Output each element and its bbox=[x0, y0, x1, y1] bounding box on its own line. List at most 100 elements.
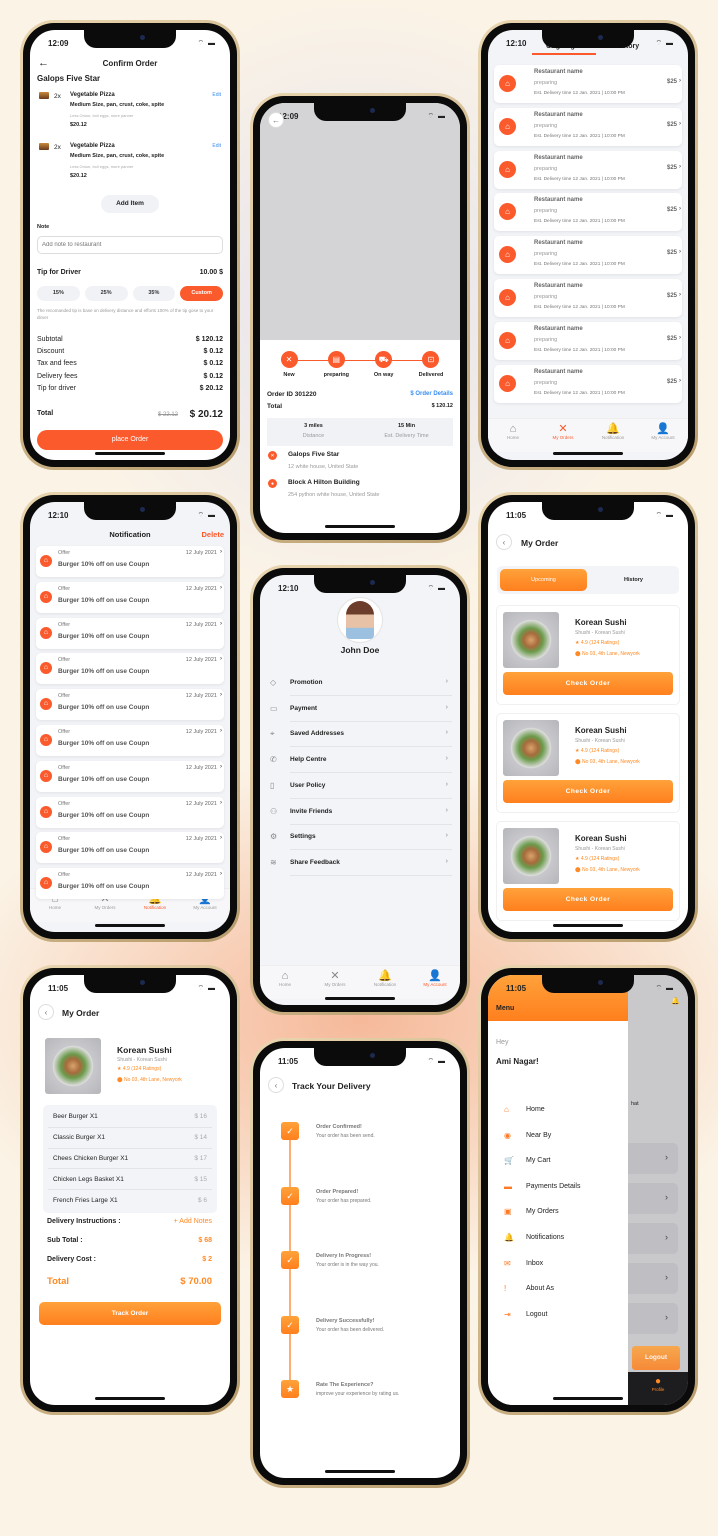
notification-item[interactable]: ⌂ Offer Burger 10% off on use Coupn 12 July… bbox=[36, 581, 224, 613]
offer-icon: ⌂ bbox=[40, 877, 52, 890]
order-card[interactable]: ⌂ Restaurant name preparing Est. Delivery t… bbox=[494, 364, 682, 403]
nav-my-orders[interactable]: ✕My Orders bbox=[310, 966, 360, 999]
drawer-item-payments-details[interactable]: ▬ Payments Details bbox=[488, 1180, 628, 1200]
item-quantity: 2x bbox=[54, 93, 61, 100]
phone-order-tracking: 12:09 ⌔ ▬ ← ✕ New ▤ preparing ⛟ On way ⊡ Deliver… bbox=[250, 93, 470, 543]
check-order-button[interactable]: Check Order bbox=[503, 780, 673, 803]
drawer-item-home[interactable]: ⌂ Home bbox=[488, 1103, 628, 1123]
notification-item[interactable]: ⌂ Offer Burger 10% off on use Coupn 12 July… bbox=[36, 689, 224, 721]
order-card[interactable]: ⌂ Restaurant name preparing Est. Delivery t… bbox=[494, 236, 682, 275]
tab-history[interactable]: History bbox=[590, 569, 677, 591]
order-card[interactable]: ⌂ Restaurant name preparing Est. Delivery t… bbox=[494, 321, 682, 360]
order-item-row: Classic Burger X1 $ 14 bbox=[48, 1128, 212, 1149]
add-notes-button[interactable]: + Add Notes bbox=[174, 1218, 212, 1225]
nav-home[interactable]: ⌂Home bbox=[488, 419, 538, 452]
notification-item[interactable]: ⌂ Offer Burger 10% off on use Coupn 12 July… bbox=[36, 796, 224, 828]
address: No 03, 4th Lane, Newyork bbox=[124, 1077, 182, 1083]
notification-item[interactable]: ⌂ Offer Burger 10% off on use Coupn 12 July… bbox=[36, 617, 224, 649]
summary-label: Tax and fees bbox=[37, 360, 77, 368]
nav-home[interactable]: ⌂Home bbox=[260, 966, 310, 999]
drawer-item-label: Near By bbox=[526, 1131, 552, 1139]
cooking-icon: ▤ bbox=[327, 351, 345, 368]
order-card[interactable]: ⌂ Restaurant name preparing Est. Delivery t… bbox=[494, 279, 682, 317]
drawer-item-my-cart[interactable]: 🛒 My Cart bbox=[488, 1154, 628, 1174]
map-area[interactable] bbox=[260, 103, 460, 340]
order-card[interactable]: ⌂ Restaurant name preparing Est. Delivery t… bbox=[494, 107, 682, 146]
mail-icon: ✉ bbox=[504, 1258, 511, 1268]
tracking-step: ⊡ Delivered bbox=[408, 351, 454, 378]
menu-item-promotion[interactable]: ◇ Promotion › bbox=[260, 671, 460, 696]
notification-item[interactable]: ⌂ Offer Burger 10% off on use Coupn 12 July… bbox=[36, 653, 224, 685]
nav-label: Home bbox=[506, 435, 519, 440]
drawer-item-label: Home bbox=[526, 1106, 545, 1113]
drawer-item-near-by[interactable]: ◉ Near By bbox=[488, 1129, 628, 1149]
background-card: › bbox=[628, 1303, 678, 1334]
check-order-button[interactable]: Check Order bbox=[503, 888, 673, 911]
menu-item-share-feedback[interactable]: ≋ Share Feedback › bbox=[260, 851, 460, 876]
step-label: On way bbox=[373, 372, 394, 378]
offer-icon: ⌂ bbox=[40, 769, 52, 782]
back-button[interactable]: ← bbox=[268, 112, 284, 128]
drawer-item-logout[interactable]: ⇥ Logout bbox=[488, 1308, 628, 1328]
notification-text: Burger 10% off on use Coupn bbox=[58, 668, 150, 676]
back-button[interactable]: ‹ bbox=[38, 1004, 54, 1020]
step-label: Delivered bbox=[418, 372, 444, 378]
drawer-item-my-orders[interactable]: ▣ My Orders bbox=[488, 1205, 628, 1225]
step-description: improve your experience by rating us. bbox=[316, 1391, 400, 1397]
menu-item-payment[interactable]: ▭ Payment › bbox=[260, 697, 460, 722]
track-delivery-screen: 11:05 ⌔ ▬ ‹ Track Your Delivery ✓ Order Co… bbox=[260, 1048, 460, 1478]
order-card[interactable]: ⌂ Restaurant name preparing Est. Delivery t… bbox=[494, 65, 682, 103]
note-input[interactable] bbox=[37, 236, 223, 254]
tip-option-25-percent[interactable]: 25% bbox=[84, 286, 128, 301]
nav-notification[interactable]: 🔔Notification bbox=[360, 966, 410, 999]
avatar[interactable] bbox=[337, 597, 383, 643]
drawer-item-notifications[interactable]: 🔔 Notifications bbox=[488, 1231, 628, 1251]
menu-item-invite-friends[interactable]: ⚇ Invite Friends › bbox=[260, 800, 460, 825]
nav-my-account[interactable]: 👤My Account bbox=[410, 966, 460, 999]
location-pin-icon: ⬤ bbox=[575, 867, 582, 873]
status-time: 12:10 bbox=[48, 511, 69, 520]
rating: 4.9 (124 Ratings) bbox=[580, 640, 620, 646]
notification-item[interactable]: ⌂ Offer Burger 10% off on use Coupn 12 July… bbox=[36, 725, 224, 756]
page-title: Confirm Order bbox=[102, 59, 158, 68]
back-button[interactable]: ‹ bbox=[496, 534, 512, 550]
notification-item[interactable]: ⌂ Offer Burger 10% off on use Coupn 12 July… bbox=[36, 760, 224, 792]
tip-option-custom[interactable]: Custom bbox=[180, 286, 223, 301]
notification-text: Burger 10% off on use Coupn bbox=[58, 775, 150, 783]
menu-item-user-policy[interactable]: ▯ User Policy › bbox=[260, 774, 460, 799]
nav-my-orders[interactable]: ✕My Orders bbox=[538, 419, 588, 452]
order-card[interactable]: ⌂ Restaurant name preparing Est. Delivery t… bbox=[494, 150, 682, 189]
drawer-item-inbox[interactable]: ✉ Inbox bbox=[488, 1257, 628, 1277]
track-order-button[interactable]: Track Order bbox=[39, 1302, 221, 1325]
order-card[interactable]: ⌂ Restaurant name preparing Est. Delivery t… bbox=[494, 193, 682, 232]
back-button[interactable]: ‹ bbox=[268, 1077, 284, 1093]
delivery-cost-label: Delivery Cost : bbox=[47, 1256, 97, 1263]
menu-item-help-centre[interactable]: ✆ Help Centre › bbox=[260, 748, 460, 774]
tip-label: Tip for Driver bbox=[37, 269, 81, 276]
notification-item[interactable]: ⌂ Offer Burger 10% off on use Coupn 12 July… bbox=[36, 868, 224, 900]
menu-item-saved-addresses[interactable]: ⌖ Saved Addresses › bbox=[260, 722, 460, 748]
tab-upcoming[interactable]: Upcoming bbox=[500, 569, 587, 591]
restaurant-name: Restaurant name bbox=[534, 283, 583, 289]
nav-my-account[interactable]: 👤My Account bbox=[638, 419, 688, 452]
summary-label: Tip for driver bbox=[37, 384, 77, 392]
item-price: $20.12 bbox=[70, 173, 87, 179]
edit-link[interactable]: Edit bbox=[212, 143, 221, 149]
summary-row: Tax and fees $ 0.12 bbox=[37, 360, 223, 372]
notification-item[interactable]: ⌂ Offer Burger 10% off on use Coupn 12 July… bbox=[36, 546, 224, 577]
drawer-item-about-as[interactable]: ! About As bbox=[488, 1282, 628, 1302]
edit-link[interactable]: Edit bbox=[212, 92, 221, 98]
tip-option-15-percent[interactable]: 15% bbox=[37, 286, 80, 301]
delete-button[interactable]: Delete bbox=[201, 530, 224, 539]
check-order-button[interactable]: Check Order bbox=[503, 672, 673, 695]
order-price: $25 bbox=[666, 250, 677, 257]
notification-item[interactable]: ⌂ Offer Burger 10% off on use Coupn 12 July… bbox=[36, 832, 224, 864]
order-details-link[interactable]: $ Order Details bbox=[410, 391, 453, 397]
tip-hint: The recomanded tip is base on delivery d… bbox=[37, 308, 214, 320]
place-order-button[interactable]: place Order bbox=[37, 430, 223, 450]
item-name: Chicken Legs Basket X1 bbox=[53, 1175, 124, 1183]
tip-option-35-percent[interactable]: 35% bbox=[132, 286, 176, 301]
menu-item-settings[interactable]: ⚙ Settings › bbox=[260, 825, 460, 851]
add-item-button[interactable]: Add Item bbox=[101, 195, 159, 213]
nav-notification[interactable]: 🔔Notification bbox=[588, 419, 638, 452]
